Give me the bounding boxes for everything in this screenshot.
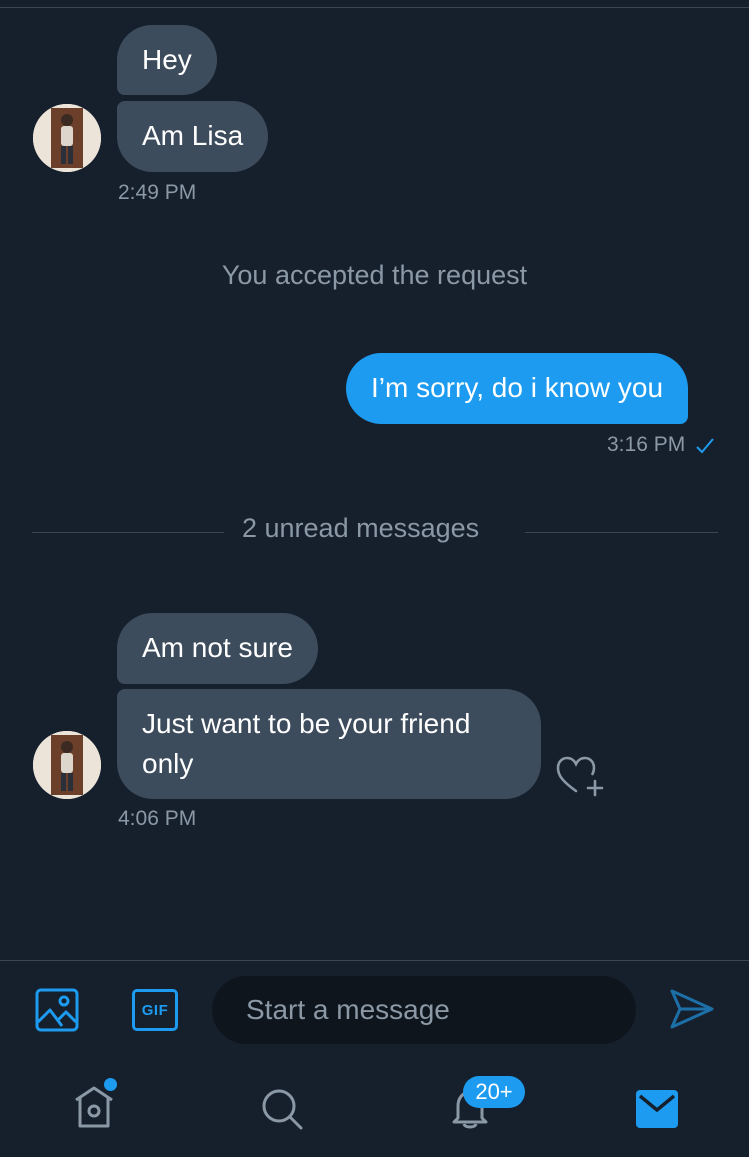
unread-divider-left bbox=[32, 532, 224, 533]
message-text-line: Just want to be your friend bbox=[142, 708, 471, 739]
avatar[interactable] bbox=[33, 104, 101, 172]
message-bubble-hey[interactable]: Hey bbox=[117, 25, 217, 95]
header-divider bbox=[0, 7, 749, 8]
messages-icon[interactable] bbox=[636, 1090, 678, 1128]
message-text: I’m sorry, do i know you bbox=[371, 372, 664, 403]
search-icon[interactable] bbox=[260, 1087, 304, 1131]
send-icon[interactable] bbox=[668, 987, 716, 1031]
image-icon[interactable] bbox=[35, 988, 79, 1032]
composer-divider bbox=[0, 960, 749, 961]
message-timestamp: 3:16 PM bbox=[607, 433, 686, 456]
heart-plus-icon[interactable] bbox=[556, 755, 606, 797]
check-icon bbox=[696, 438, 714, 454]
message-input-placeholder: Start a message bbox=[246, 994, 450, 1025]
avatar[interactable] bbox=[33, 731, 101, 799]
message-text: Am not sure bbox=[142, 632, 293, 663]
unread-divider-right bbox=[525, 532, 718, 533]
message-text: Am Lisa bbox=[142, 120, 244, 151]
message-text-line: only bbox=[142, 748, 194, 779]
avatar-photo bbox=[33, 104, 101, 172]
message-bubble-outgoing[interactable]: I’m sorry, do i know you bbox=[346, 353, 689, 424]
message-timestamp: 2:49 PM bbox=[118, 181, 197, 204]
unread-divider-label: 2 unread messages bbox=[242, 513, 480, 543]
request-accepted-note: You accepted the request bbox=[221, 260, 528, 290]
dm-conversation-screen: Hey Am Lisa 2:49 PM You accepted the req… bbox=[0, 0, 749, 1157]
avatar-photo bbox=[33, 731, 101, 799]
gif-label: GIF bbox=[141, 1001, 169, 1019]
home-notification-dot bbox=[104, 1078, 117, 1091]
gif-icon[interactable]: GIF bbox=[132, 989, 178, 1031]
message-bubble-friend[interactable]: Just want to be your friend only bbox=[117, 689, 541, 799]
message-bubble-am-lisa[interactable]: Am Lisa bbox=[117, 101, 269, 172]
message-input[interactable]: Start a message bbox=[212, 976, 636, 1044]
message-timestamp: 4:06 PM bbox=[118, 807, 197, 830]
notifications-badge: 20+ bbox=[463, 1076, 525, 1108]
message-bubble-am-not-sure[interactable]: Am not sure bbox=[117, 613, 318, 684]
message-text: Hey bbox=[142, 44, 192, 75]
